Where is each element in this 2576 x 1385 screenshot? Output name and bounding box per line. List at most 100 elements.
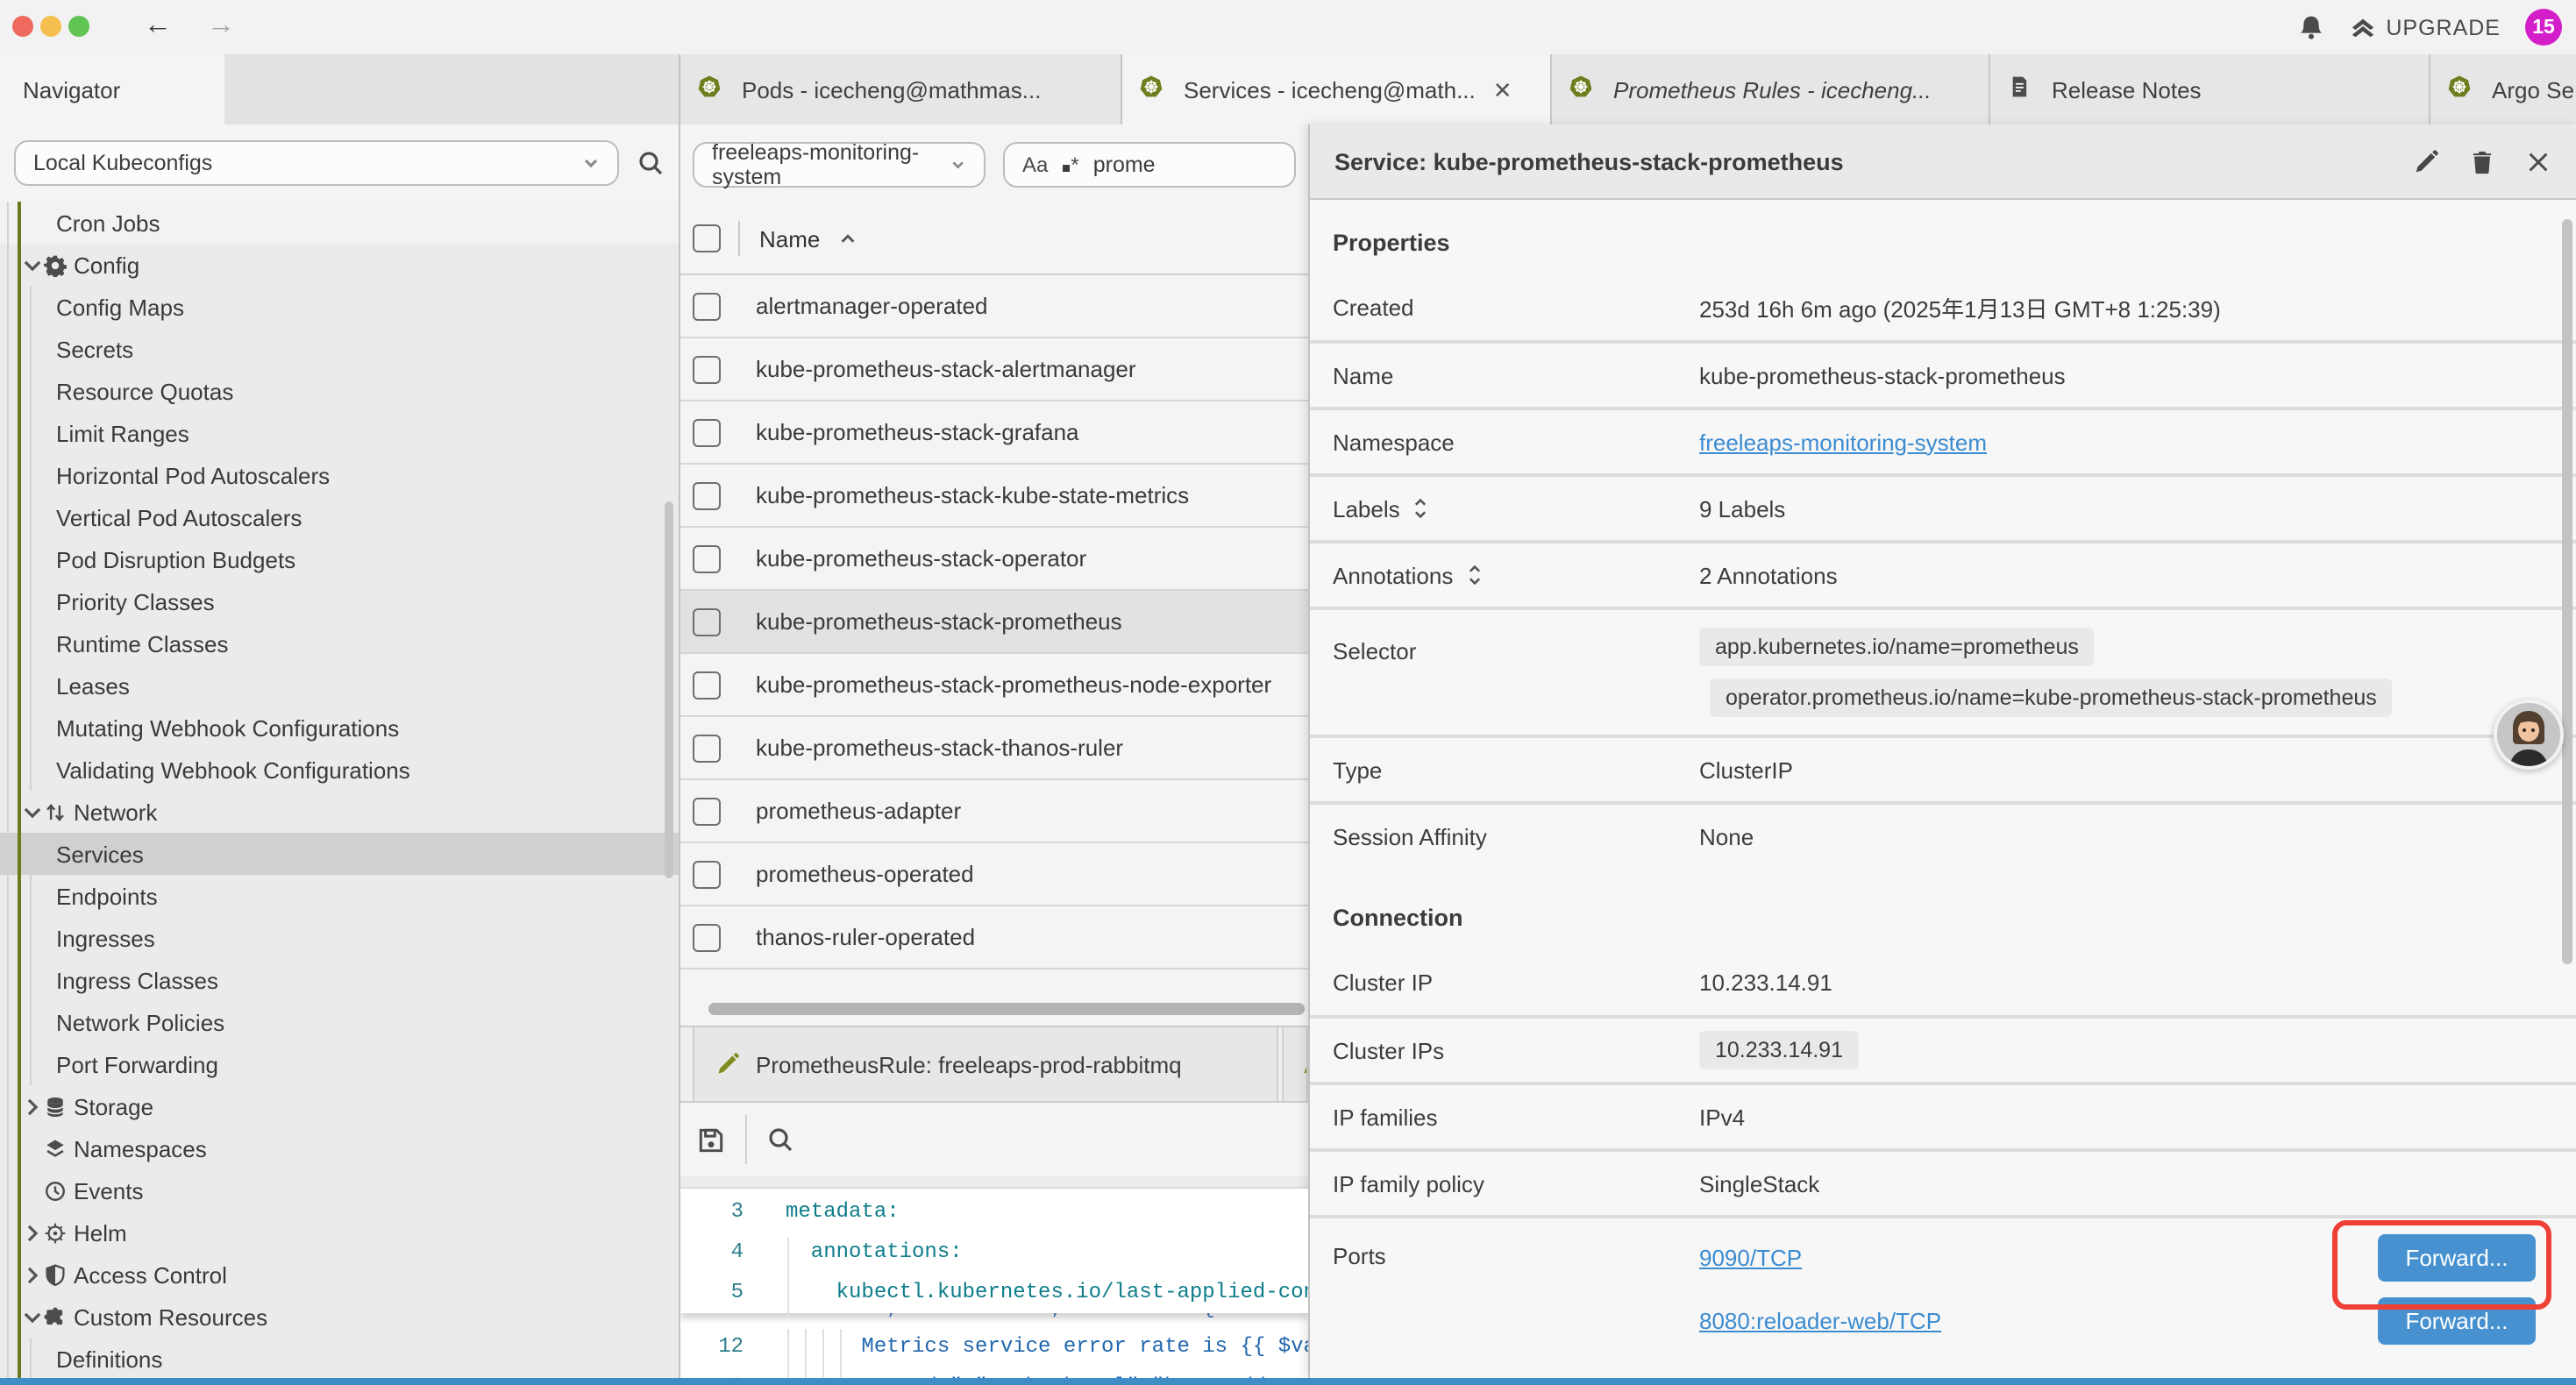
cluster-tab[interactable]: Prometheus Rules - icecheng...	[1552, 54, 1990, 124]
row-checkbox[interactable]	[693, 607, 721, 636]
upgrade-button[interactable]: UPGRADE	[2349, 14, 2501, 40]
cluster-tab[interactable]: Argo Se	[2430, 54, 2576, 124]
table-row[interactable]: thanos-ruler-operated	[680, 906, 1308, 970]
sidebar-item[interactable]: Definitions	[0, 1338, 679, 1378]
editor-tab-active[interactable]: PrometheusRule: freeleaps-prod-rabbitmq	[693, 1027, 1278, 1101]
sidebar-item[interactable]: Priority Classes	[0, 580, 679, 622]
editor-tab-clipped[interactable]	[1282, 1027, 1308, 1101]
close-icon[interactable]	[2525, 148, 2551, 174]
table-row[interactable]: kube-prometheus-stack-alertmanager	[680, 338, 1308, 401]
table-row[interactable]: kube-prometheus-stack-prometheus	[680, 591, 1308, 654]
sidebar-item[interactable]: Secrets	[0, 328, 679, 370]
sidebar-item[interactable]: Services	[0, 833, 679, 875]
window-minimize-button[interactable]	[40, 16, 61, 37]
table-row[interactable]: kube-prometheus-stack-thanos-ruler	[680, 717, 1308, 780]
kubeconfig-select[interactable]: Local Kubeconfigs	[14, 140, 619, 186]
sort-ascending-icon[interactable]	[837, 229, 857, 248]
namespace-link[interactable]: freeleaps-monitoring-system	[1699, 429, 1987, 455]
sidebar-item[interactable]: Events	[0, 1169, 679, 1211]
trash-icon[interactable]	[2469, 148, 2495, 174]
tree-chevron-icon[interactable]	[21, 1221, 44, 1244]
cluster-tab[interactable]: Pods - icecheng@mathmas...	[680, 54, 1122, 124]
table-row[interactable]: kube-prometheus-stack-grafana	[680, 401, 1308, 465]
tree-chevron-icon[interactable]	[21, 253, 44, 276]
sidebar-item[interactable]: Leases	[0, 664, 679, 707]
sidebar-item[interactable]: Pod Disruption Budgets	[0, 538, 679, 580]
cluster-tab[interactable]: Release Notes	[1990, 54, 2430, 124]
table-row[interactable]: kube-prometheus-stack-kube-state-metrics	[680, 465, 1308, 528]
table-row[interactable]: kube-prometheus-stack-prometheus-node-ex…	[680, 654, 1308, 717]
table-row[interactable]: prometheus-adapter	[680, 780, 1308, 843]
forward-button-8080[interactable]: Forward...	[2378, 1297, 2536, 1345]
row-checkbox[interactable]	[693, 292, 721, 320]
sidebar-item[interactable]: Ingresses	[0, 917, 679, 959]
edit-pencil-icon[interactable]	[2413, 148, 2439, 174]
sidebar-item[interactable]: Storage	[0, 1085, 679, 1127]
sidebar-search-icon[interactable]	[637, 149, 665, 177]
sidebar-item[interactable]: Ingress Classes	[0, 959, 679, 1001]
clipped-code-line: 11 0", "for": "1m", "labels": {"service"…	[680, 1313, 1308, 1327]
sidebar-item[interactable]: Network	[0, 791, 679, 833]
sidebar-item[interactable]: Config Maps	[0, 286, 679, 328]
sidebar-item[interactable]: Validating Webhook Configurations	[0, 749, 679, 791]
forward-arrow-icon[interactable]: →	[207, 7, 235, 46]
bell-icon[interactable]	[2296, 13, 2324, 41]
row-checkbox[interactable]	[693, 797, 721, 825]
window-zoom-button[interactable]	[68, 16, 89, 37]
tree-chevron-icon[interactable]	[21, 800, 44, 823]
row-checkbox[interactable]	[693, 860, 721, 888]
sidebar-item[interactable]: Vertical Pod Autoscalers	[0, 496, 679, 538]
sidebar-item[interactable]: Cron Jobs	[0, 202, 679, 244]
sidebar-item[interactable]: Mutating Webhook Configurations	[0, 707, 679, 749]
row-checkbox[interactable]	[693, 923, 721, 951]
row-checkbox[interactable]	[693, 418, 721, 446]
namespace-select[interactable]: freeleaps-monitoring-system	[693, 141, 986, 187]
back-arrow-icon[interactable]: ←	[144, 7, 172, 46]
sidebar-item[interactable]: Access Control	[0, 1254, 679, 1296]
row-checkbox[interactable]	[693, 481, 721, 509]
row-checkbox[interactable]	[693, 544, 721, 572]
sidebar-item[interactable]: Helm	[0, 1211, 679, 1254]
sidebar-item[interactable]: Limit Ranges	[0, 412, 679, 454]
select-all-checkbox[interactable]	[693, 224, 721, 252]
notification-badge[interactable]: 15	[2525, 9, 2562, 46]
expand-sort-icon[interactable]	[1465, 565, 1483, 586]
cluster-tab[interactable]: Services - icecheng@math... ✕	[1122, 54, 1552, 124]
window-close-button[interactable]	[12, 16, 33, 37]
panel-scrollbar-thumb[interactable]	[2562, 219, 2572, 964]
row-checkbox[interactable]	[693, 734, 721, 762]
expand-sort-icon[interactable]	[1413, 498, 1430, 519]
row-checkbox[interactable]	[693, 671, 721, 699]
table-row[interactable]: prometheus-operated	[680, 843, 1308, 906]
sidebar-item[interactable]: Network Policies	[0, 1001, 679, 1043]
editor-search-icon[interactable]	[766, 1126, 794, 1154]
horizontal-scrollbar-thumb[interactable]	[708, 1003, 1305, 1015]
sidebar-item[interactable]: Config	[0, 244, 679, 286]
sidebar-scrollbar-thumb[interactable]	[665, 501, 673, 878]
sidebar-item[interactable]: Custom Resources	[0, 1296, 679, 1338]
regex-toggle[interactable]: *	[1062, 152, 1078, 176]
user-avatar[interactable]	[2494, 700, 2564, 770]
sidebar-item[interactable]: Namespaces	[0, 1127, 679, 1169]
sidebar-item[interactable]: Horizontal Pod Autoscalers	[0, 454, 679, 496]
sidebar-item[interactable]: Port Forwarding	[0, 1043, 679, 1085]
match-case-toggle[interactable]: Aa	[1022, 152, 1048, 176]
navigator-tab[interactable]: Navigator	[0, 54, 224, 126]
yaml-editor[interactable]: 3metadata: 4 annotations: 5 kubectl.kube…	[680, 1189, 1308, 1378]
name-column-header[interactable]: Name	[759, 225, 820, 252]
port-link-9090[interactable]: 9090/TCP	[1699, 1245, 2364, 1271]
sidebar-item[interactable]: Runtime Classes	[0, 622, 679, 664]
sidebar-item[interactable]: Endpoints	[0, 875, 679, 917]
tree-chevron-icon[interactable]	[21, 1263, 44, 1286]
row-checkbox[interactable]	[693, 355, 721, 383]
save-icon[interactable]	[696, 1125, 726, 1154]
table-row[interactable]: alertmanager-operated	[680, 275, 1308, 338]
tab-close-icon[interactable]: ✕	[1493, 76, 1512, 104]
list-search-input[interactable]: Aa * prome	[1003, 141, 1296, 187]
tree-chevron-icon[interactable]	[21, 1095, 44, 1118]
sidebar-item[interactable]: Resource Quotas	[0, 370, 679, 412]
table-row[interactable]: kube-prometheus-stack-operator	[680, 528, 1308, 591]
port-link-8080[interactable]: 8080:reloader-web/TCP	[1699, 1308, 2364, 1334]
tree-chevron-icon[interactable]	[21, 1305, 44, 1328]
forward-button-9090[interactable]: Forward...	[2378, 1234, 2536, 1282]
